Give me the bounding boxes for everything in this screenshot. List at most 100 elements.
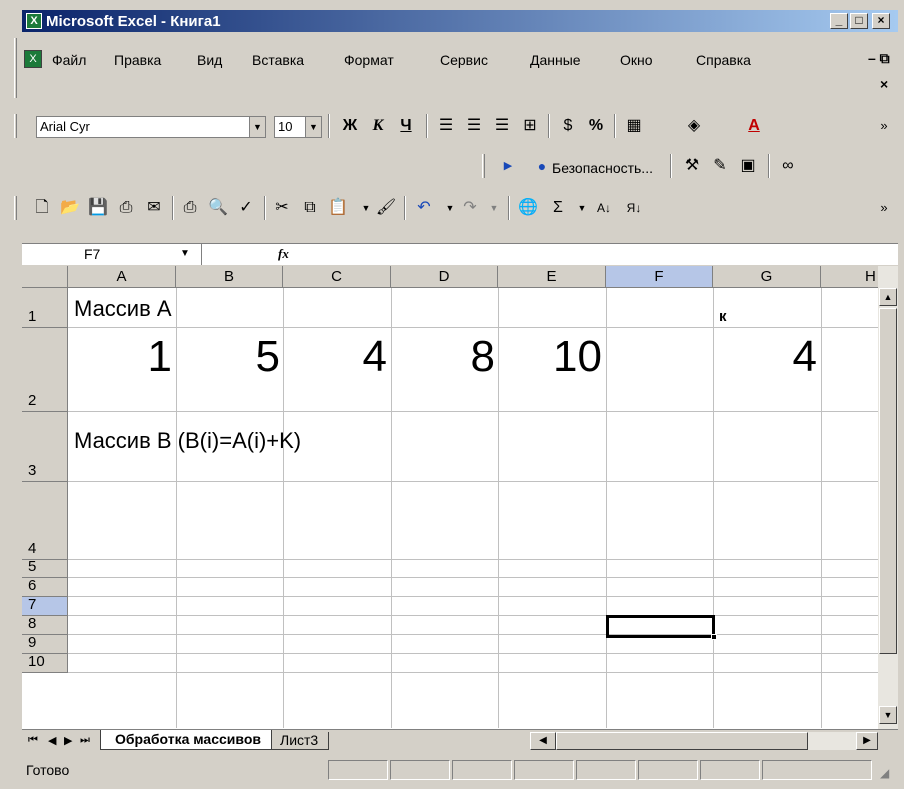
print-preview-icon[interactable]: 🔍	[206, 196, 230, 220]
menu-help[interactable]: Справка	[696, 52, 751, 68]
cell-a3[interactable]: Массив В (B(i)=A(i)+K)	[74, 428, 301, 454]
chevron-down-icon[interactable]: ▼	[249, 117, 265, 137]
cell-g2[interactable]: 4	[713, 332, 817, 382]
cell-b2[interactable]: 5	[176, 332, 280, 382]
minimize-button[interactable]: _	[830, 13, 848, 29]
scroll-right-icon[interactable]: ▶	[856, 732, 878, 750]
undo-icon[interactable]: ↶	[412, 196, 436, 220]
hyperlink-icon[interactable]: 🌐	[516, 196, 540, 220]
col-header-b[interactable]: B	[176, 266, 283, 288]
bold-button[interactable]: Ж	[338, 114, 362, 138]
col-header-e[interactable]: E	[498, 266, 606, 288]
scroll-down-icon[interactable]: ▼	[879, 706, 897, 724]
maximize-button[interactable]: □	[850, 13, 868, 29]
sheet-tab-list3[interactable]: Лист3	[270, 732, 330, 750]
row-header-8[interactable]: 8	[22, 615, 68, 635]
design-mode-icon[interactable]: ✎	[708, 154, 732, 178]
redo-icon[interactable]: ↷	[458, 196, 482, 220]
toolbar-options-icon[interactable]: »	[872, 114, 896, 138]
menu-edit[interactable]: Правка	[114, 52, 161, 68]
workbook-icon[interactable]: X	[24, 50, 42, 68]
align-center-icon[interactable]: ☰	[462, 114, 486, 138]
control-toolbox-icon[interactable]: ⚒	[680, 154, 704, 178]
permission-icon[interactable]: ⎙	[114, 196, 138, 220]
row-header-5[interactable]: 5	[22, 558, 68, 578]
vertical-scrollbar[interactable]: ▲ ▼	[878, 266, 898, 729]
row-header-6[interactable]: 6	[22, 577, 68, 597]
sheet-tab-active[interactable]: Обработка массивов	[100, 730, 272, 750]
script-editor-icon[interactable]: ∞	[776, 154, 800, 178]
chevron-down-icon[interactable]: ▼	[570, 196, 594, 220]
horizontal-scroll-track[interactable]	[808, 732, 856, 750]
font-color-icon[interactable]: A	[742, 114, 766, 138]
first-sheet-icon[interactable]: ⏮	[28, 734, 38, 747]
cell-d2[interactable]: 8	[391, 332, 495, 382]
active-cell-f7[interactable]	[606, 615, 715, 638]
currency-icon[interactable]: $	[556, 114, 580, 138]
col-header-h[interactable]: H	[821, 266, 878, 288]
formula-input[interactable]	[304, 244, 898, 265]
scroll-left-icon[interactable]: ◀	[530, 732, 556, 750]
cell-a2[interactable]: 1	[68, 332, 172, 382]
font-size-combo[interactable]: 10 ▼	[274, 116, 322, 138]
paste-icon[interactable]: 📋	[326, 196, 350, 220]
toolbar-options-icon[interactable]: »	[872, 196, 896, 220]
scroll-thumb[interactable]	[879, 308, 897, 654]
restore-window-icon[interactable]: – ⧉	[868, 50, 890, 67]
chevron-down-icon[interactable]: ▼	[305, 117, 321, 137]
prev-sheet-icon[interactable]: ◀	[48, 734, 56, 747]
menu-tools[interactable]: Сервис	[440, 52, 488, 68]
align-right-icon[interactable]: ☰	[490, 114, 514, 138]
cell-e2[interactable]: 10	[498, 332, 602, 382]
record-icon[interactable]: ●	[530, 154, 554, 178]
scroll-up-icon[interactable]: ▲	[879, 288, 897, 306]
row-header-3[interactable]: 3	[22, 412, 68, 482]
open-folder-icon[interactable]: 📂	[58, 196, 82, 220]
row-header-4[interactable]: 4	[22, 482, 68, 560]
col-header-c[interactable]: C	[283, 266, 391, 288]
row-header-7[interactable]: 7	[22, 596, 68, 616]
play-icon[interactable]: ▶	[496, 154, 520, 178]
row-header-9[interactable]: 9	[22, 634, 68, 654]
italic-button[interactable]: К	[366, 114, 390, 138]
align-left-icon[interactable]: ☰	[434, 114, 458, 138]
next-sheet-icon[interactable]: ▶	[64, 734, 72, 747]
menu-window[interactable]: Окно	[620, 52, 653, 68]
col-header-g[interactable]: G	[713, 266, 821, 288]
name-box[interactable]: F7 ▼	[22, 244, 202, 265]
format-painter-icon[interactable]: 🖌	[374, 196, 398, 220]
last-sheet-icon[interactable]: ⏭	[80, 734, 90, 747]
cut-icon[interactable]: ✂	[270, 196, 294, 220]
worksheet-grid[interactable]: A B C D E F G H 1 2 3 4 5 6 7 8 9 10 Мас…	[22, 266, 878, 729]
autosum-icon[interactable]: Σ	[546, 196, 570, 220]
sort-ascending-icon[interactable]: A↓	[592, 196, 616, 220]
close-button[interactable]: ×	[872, 13, 890, 29]
resize-grip-icon[interactable]: ◢	[880, 766, 889, 780]
save-icon[interactable]: 💾	[86, 196, 110, 220]
menu-file[interactable]: Файл	[52, 52, 86, 68]
menu-view[interactable]: Вид	[197, 52, 222, 68]
underline-button[interactable]: Ч	[394, 114, 418, 138]
percent-button[interactable]: %	[584, 114, 608, 138]
cell-c2[interactable]: 4	[283, 332, 387, 382]
cell-a1[interactable]: Массив А	[74, 296, 172, 322]
chevron-down-icon[interactable]: ▼	[482, 196, 506, 220]
sort-descending-icon[interactable]: Я↓	[622, 196, 646, 220]
menu-data[interactable]: Данные	[530, 52, 581, 68]
email-icon[interactable]: ✉	[142, 196, 166, 220]
col-header-f[interactable]: F	[606, 266, 713, 288]
col-header-d[interactable]: D	[391, 266, 498, 288]
spelling-icon[interactable]: ✓	[234, 196, 258, 220]
horizontal-scroll-thumb[interactable]	[556, 732, 808, 750]
menu-insert[interactable]: Вставка	[252, 52, 304, 68]
row-header-1[interactable]: 1	[22, 288, 68, 328]
close-workbook-icon[interactable]: ×	[880, 76, 888, 92]
col-header-a[interactable]: A	[68, 266, 176, 288]
select-all-corner[interactable]	[22, 266, 68, 288]
copy-icon[interactable]: ⧉	[298, 196, 322, 220]
new-document-icon[interactable]: 🗋	[30, 196, 54, 220]
fill-color-icon[interactable]: ◈	[682, 114, 706, 138]
chevron-down-icon[interactable]: ▼	[180, 248, 190, 259]
security-button[interactable]: Безопасность...	[552, 160, 653, 176]
row-header-2[interactable]: 2	[22, 328, 68, 412]
